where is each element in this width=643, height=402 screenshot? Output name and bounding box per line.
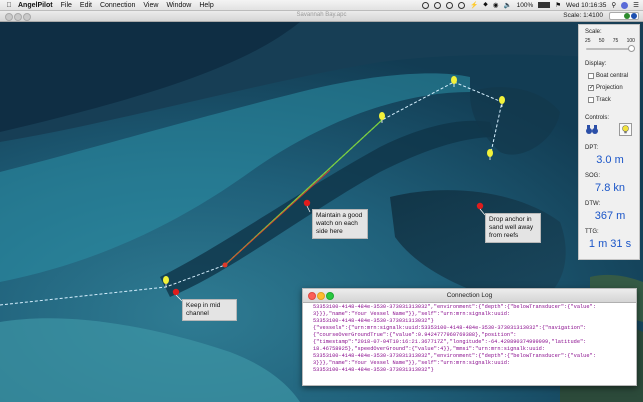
- track-checkbox[interactable]: [588, 97, 594, 103]
- log-line: 53353100-4148-484e-3530-373031313032","e…: [313, 304, 596, 310]
- annotation-label[interactable]: Keep in mid channel: [182, 299, 237, 321]
- vessel-marker[interactable]: [222, 262, 228, 268]
- window-title: Savannah Bay.apc: [296, 12, 347, 18]
- log-line: 53353100-4148-484e-3530-373031313032","e…: [313, 353, 596, 359]
- dropbox-icon[interactable]: [422, 1, 430, 9]
- log-line: {"timestamp":"2018-07-04T10:16:21.367717…: [313, 339, 587, 345]
- bolt-icon[interactable]: ⚡: [470, 1, 478, 9]
- window-title-bar: Savannah Bay.apc Scale: 1:4100: [0, 11, 643, 22]
- log-title: Connection Log: [446, 292, 493, 299]
- boat-central-label: Boat central: [596, 73, 629, 79]
- menu-bar:  AngelPilot File Edit Connection View W…: [0, 0, 643, 11]
- photos-icon[interactable]: [446, 1, 454, 9]
- volume-icon[interactable]: 🔈: [504, 1, 512, 9]
- menu-view[interactable]: View: [143, 2, 158, 9]
- spotlight-icon[interactable]: ⚲: [611, 1, 616, 9]
- log-line: 3}}},"name":"Your Vessel Name"}},"self":…: [313, 360, 511, 366]
- menu-clock[interactable]: Wed 10:16:35: [566, 2, 606, 9]
- log-line: 3}}},"name":"Your Vessel Name"}},"self":…: [313, 311, 511, 317]
- controls-heading: Controls:: [585, 115, 610, 121]
- notification-center-icon[interactable]: ☰: [633, 1, 639, 9]
- log-line: 53353100-4148-484e-3530-373031313032"}: [313, 318, 434, 324]
- boat-central-checkbox[interactable]: [588, 73, 594, 79]
- log-line: {"vessels":{"urn:mrn:signalk:uuid:533531…: [313, 325, 587, 331]
- annotation-label[interactable]: Maintain a good watch on each side here: [312, 209, 368, 239]
- bluetooth-icon[interactable]: ⬥: [483, 1, 488, 9]
- log-line: 53353100-4148-484e-3530-373031313032"}: [313, 367, 434, 373]
- wifi-icon[interactable]: ◉: [493, 1, 499, 9]
- menu-connection[interactable]: Connection: [100, 2, 135, 9]
- log-title-bar[interactable]: Connection Log: [303, 289, 636, 303]
- log-line: {"courseOverGroundTrue":{"value":0.94247…: [313, 332, 517, 338]
- scale-ticks: 25 50 75 100: [585, 38, 635, 44]
- menu-window[interactable]: Window: [166, 2, 191, 9]
- info-icon[interactable]: [631, 13, 637, 19]
- lightbulb-icon[interactable]: [619, 123, 632, 136]
- apple-icon[interactable]: : [0, 2, 18, 9]
- battery-percent: 100%: [516, 1, 534, 9]
- ttg-value: 1 m 31 s: [588, 238, 632, 250]
- dpt-label: DPT:: [585, 145, 599, 151]
- log-line: 18.46758925},"speedOverGround":{"value":…: [313, 346, 546, 352]
- dtw-value: 367 m: [594, 210, 626, 222]
- ttg-label: TTG:: [585, 229, 599, 235]
- track-label: Track: [596, 97, 611, 103]
- side-panel: Scale: 25 50 75 100 Display: Boat centra…: [578, 24, 640, 260]
- menu-edit[interactable]: Edit: [80, 2, 92, 9]
- scale-readout: Scale: 1:4100: [563, 12, 603, 19]
- battery-icon[interactable]: [538, 2, 551, 8]
- skype-icon[interactable]: [434, 1, 442, 9]
- projection-checkbox[interactable]: ✓: [588, 85, 594, 91]
- scale-heading: Scale:: [585, 29, 602, 35]
- menu-help[interactable]: Help: [199, 2, 213, 9]
- menu-app-name[interactable]: AngelPilot: [18, 2, 53, 9]
- sog-label: SOG:: [585, 173, 601, 179]
- binoculars-icon[interactable]: [585, 124, 599, 135]
- status-indicators: [609, 12, 639, 20]
- scale-slider-track[interactable]: [586, 48, 634, 50]
- display-heading: Display:: [585, 61, 607, 67]
- menu-file[interactable]: File: [61, 2, 72, 9]
- annotation-label[interactable]: Drop anchor in sand well away from reefs: [485, 213, 541, 243]
- siri-icon[interactable]: [621, 1, 629, 9]
- scale-slider-knob[interactable]: [628, 45, 636, 52]
- log-text[interactable]: 53353100-4148-484e-3530-373031313032","e…: [313, 304, 631, 384]
- dtw-label: DTW:: [585, 201, 601, 207]
- projection-label: Projection: [596, 85, 623, 91]
- sog-value: 7.8 kn: [595, 182, 625, 194]
- connection-log-window[interactable]: Connection Log 53353100-4148-484e-3530-3…: [302, 288, 637, 386]
- flag-icon[interactable]: ⚑: [555, 1, 561, 9]
- time-machine-icon[interactable]: [458, 1, 466, 9]
- connection-status-icon: [624, 13, 630, 19]
- dpt-value: 3.0 m: [596, 154, 624, 166]
